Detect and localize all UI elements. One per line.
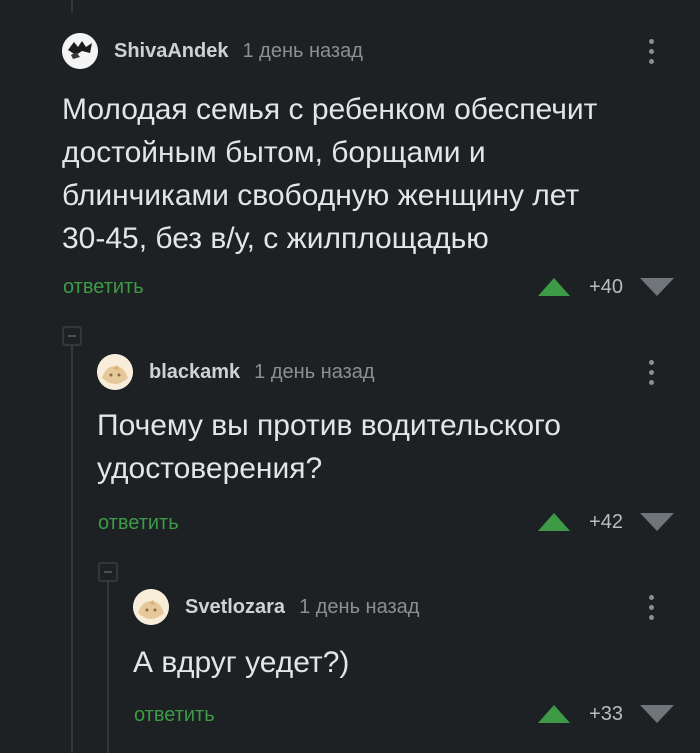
username[interactable]: ShivaAndek (114, 40, 228, 63)
avatar-image (133, 589, 169, 625)
vote-score: +33 (589, 702, 623, 725)
avatar[interactable] (97, 354, 133, 390)
comment: Svetlozara 1 день назад А вдруг уедет?) … (133, 589, 700, 753)
avatar[interactable] (62, 33, 98, 69)
avatar-image (97, 354, 133, 390)
comment: blackamk 1 день назад Почему вы против в… (97, 354, 700, 544)
downvote-icon[interactable] (640, 513, 674, 531)
collapse-toggle-1[interactable] (62, 326, 82, 346)
reply-button[interactable]: ответить (63, 276, 144, 299)
comment-header: blackamk 1 день назад (97, 354, 375, 390)
downvote-icon[interactable] (640, 278, 674, 296)
vote-score: +40 (589, 275, 623, 298)
thread-line-level-2 (107, 582, 109, 753)
vote-controls: +33 (538, 699, 674, 729)
reply-button[interactable]: ответить (98, 512, 179, 535)
comment-text: А вдруг уедет?) (133, 646, 350, 679)
thread-line-level-1 (71, 346, 73, 753)
more-options-icon[interactable] (648, 39, 654, 64)
thread-line-top (71, 0, 73, 12)
vote-controls: +42 (538, 507, 674, 537)
upvote-icon[interactable] (538, 278, 570, 296)
vote-score: +42 (589, 510, 623, 533)
comment-header: ShivaAndek 1 день назад (62, 33, 363, 69)
upvote-icon[interactable] (538, 705, 570, 723)
username[interactable]: Svetlozara (185, 596, 285, 619)
comment: ShivaAndek 1 день назад Молодая семья с … (62, 33, 700, 303)
more-options-icon[interactable] (648, 360, 654, 385)
username[interactable]: blackamk (149, 361, 240, 384)
comment-text: Молодая семья с ребенком обеспечит досто… (62, 93, 598, 255)
collapse-toggle-2[interactable] (98, 562, 118, 582)
vote-controls: +40 (538, 272, 674, 302)
comment-time: 1 день назад (299, 595, 420, 618)
downvote-icon[interactable] (640, 705, 674, 723)
reply-button[interactable]: ответить (134, 704, 215, 727)
comment-header: Svetlozara 1 день назад (133, 589, 419, 625)
upvote-icon[interactable] (538, 513, 570, 531)
comment-time: 1 день назад (242, 39, 363, 62)
comment-text: Почему вы против водительского удостовер… (97, 409, 561, 485)
avatar[interactable] (133, 589, 169, 625)
comment-time: 1 день назад (254, 360, 375, 383)
avatar-image (62, 33, 98, 69)
more-options-icon[interactable] (648, 595, 654, 620)
